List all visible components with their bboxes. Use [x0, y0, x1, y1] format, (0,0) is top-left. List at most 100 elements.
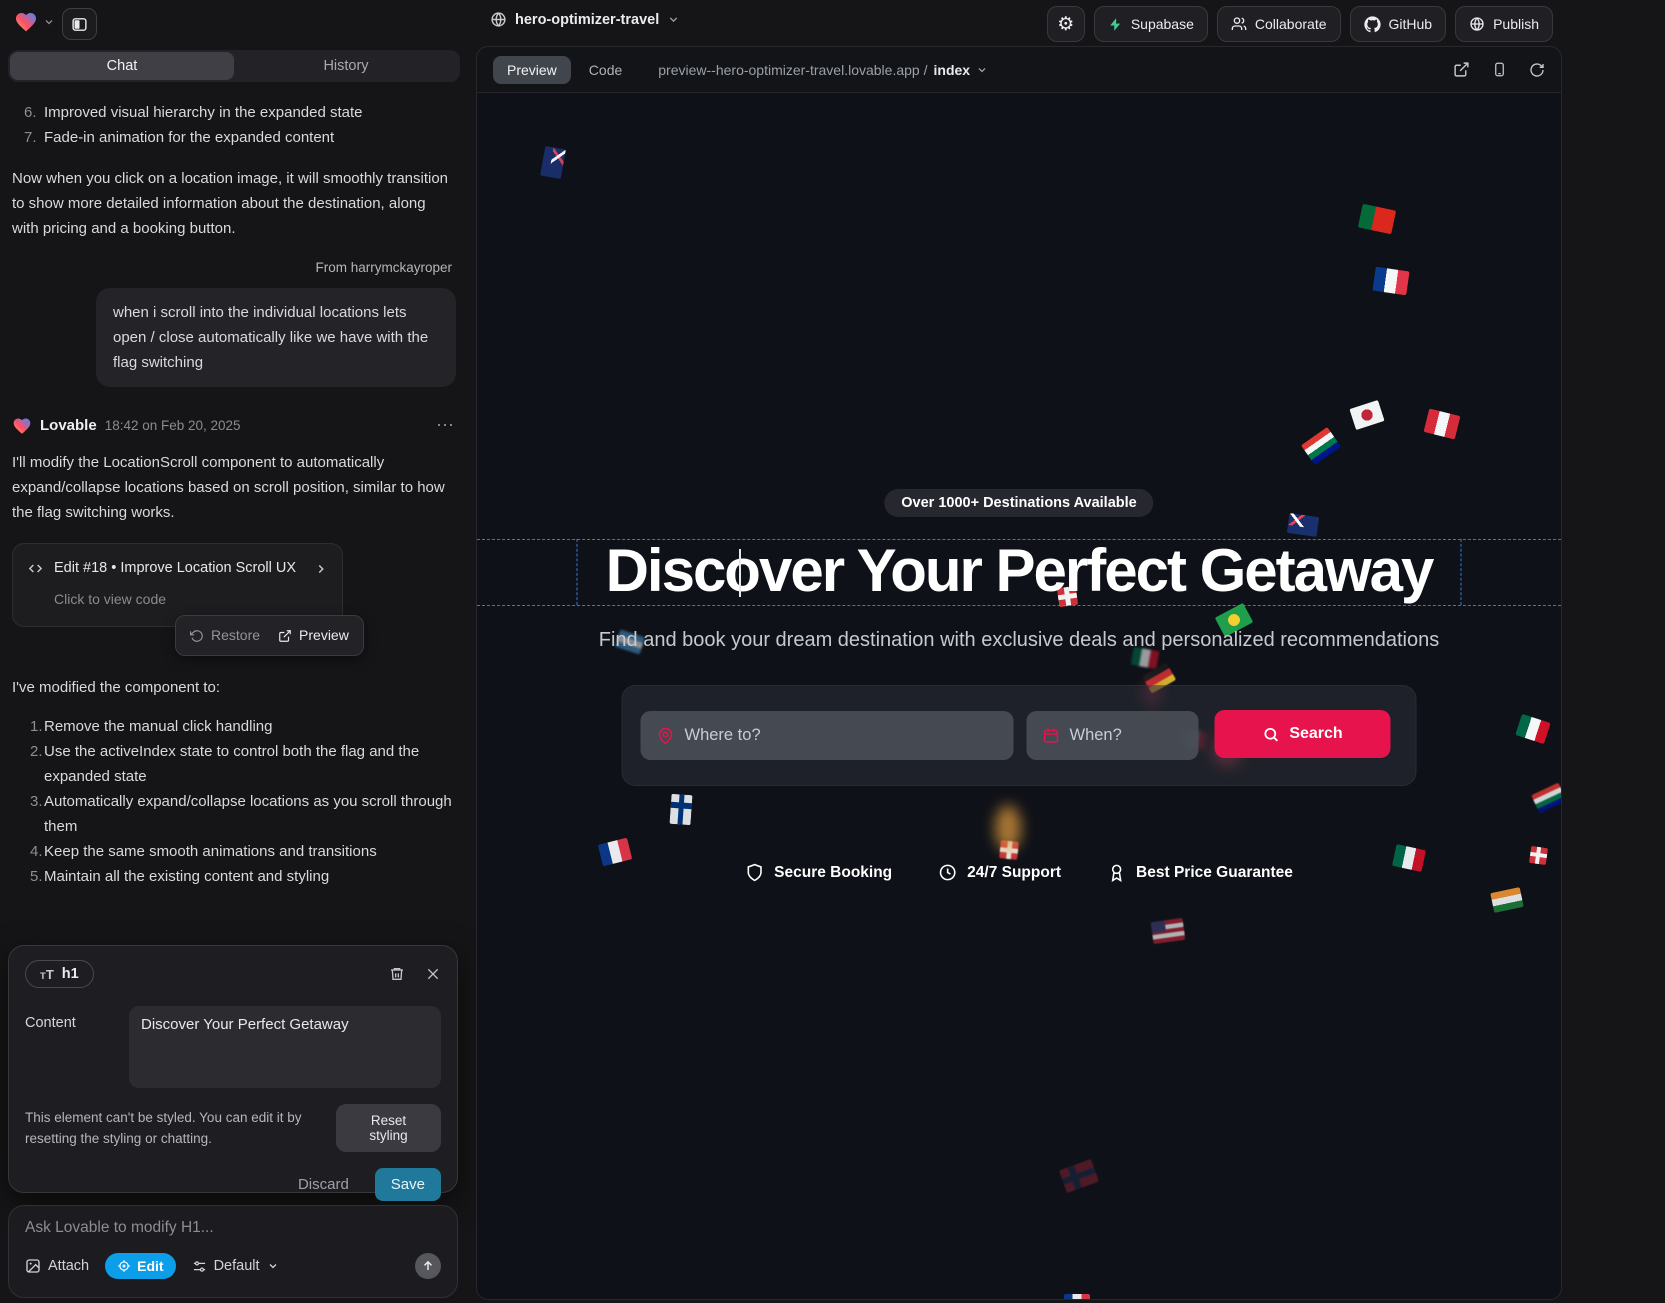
edit-mode-button[interactable]: Edit: [105, 1253, 175, 1279]
collaborate-button[interactable]: Collaborate: [1217, 6, 1341, 42]
message-from-label: From harrymckayroper: [12, 255, 452, 280]
destinations-badge: Over 1000+ Destinations Available: [884, 489, 1153, 517]
flag-finland-icon: [669, 794, 692, 825]
discard-button[interactable]: Discard: [292, 1175, 355, 1194]
hero-title[interactable]: Discover Your Perfect Getaway: [606, 539, 1433, 605]
assistant-list-top: Improved visual hierarchy in the expande…: [12, 100, 456, 150]
hero-subtitle: Find and book your dream destination wit…: [599, 629, 1439, 652]
edit-card-title: Edit #18 • Improve Location Scroll UX: [54, 556, 296, 581]
sliders-icon: [192, 1259, 207, 1274]
flag-india-icon: [1490, 887, 1524, 913]
flag-south-africa-icon: [1301, 427, 1341, 465]
globe-icon: [490, 11, 507, 28]
panel-layout-icon: [71, 16, 88, 33]
chevron-down-icon: [43, 16, 55, 28]
selection-guide-bottom: [477, 605, 1561, 606]
top-bar: hero-optimizer-travel ⚙ Supabase Collabo…: [0, 0, 1665, 46]
feature-secure-booking: Secure Booking: [745, 863, 892, 882]
reset-styling-button[interactable]: Reset styling: [336, 1104, 441, 1152]
message-menu-icon[interactable]: ⋯: [436, 413, 456, 438]
image-icon: [25, 1258, 41, 1274]
supabase-button[interactable]: Supabase: [1094, 6, 1208, 42]
flag-france-2-icon: [598, 838, 632, 867]
flag-france-icon: [1372, 267, 1409, 295]
globe-icon: [1469, 16, 1485, 32]
attach-button[interactable]: Attach: [25, 1258, 89, 1274]
preview-viewport[interactable]: Over 1000+ Destinations Available Discov…: [477, 93, 1561, 1299]
send-button[interactable]: [415, 1253, 441, 1279]
chat-composer: Ask Lovable to modify H1... Attach Edit …: [8, 1205, 458, 1298]
search-button[interactable]: Search: [1215, 710, 1391, 758]
gear-icon: ⚙: [1057, 13, 1074, 36]
save-button[interactable]: Save: [375, 1168, 441, 1201]
assistant-paragraph: I'll modify the LocationScroll component…: [12, 450, 456, 525]
preview-frame: Preview Code preview--hero-optimizer-tra…: [476, 46, 1562, 1300]
user-message-bubble: when i scroll into the individual locati…: [96, 288, 456, 387]
edit-card-actions: Restore Preview: [175, 615, 364, 656]
trash-icon[interactable]: [389, 966, 405, 982]
flag-switzerland-3-icon: [1529, 846, 1548, 865]
tab-history[interactable]: History: [234, 52, 458, 80]
element-tag: h1: [62, 966, 79, 982]
shield-icon: [745, 863, 764, 882]
settings-button[interactable]: ⚙: [1047, 6, 1085, 42]
tab-code[interactable]: Code: [589, 62, 622, 78]
chevron-down-icon: [976, 64, 988, 76]
text-caret: [739, 549, 741, 597]
chevron-down-icon: [267, 1260, 279, 1272]
feature-best-price: Best Price Guarantee: [1107, 863, 1293, 882]
chat-history-tabs: Chat History: [8, 50, 460, 82]
restore-button[interactable]: Restore: [190, 623, 260, 648]
flag-australia-icon: [540, 146, 566, 179]
map-pin-icon: [657, 727, 675, 745]
chevron-down-icon: [667, 13, 680, 26]
list-item: Improved visual hierarchy in the expande…: [12, 100, 456, 125]
toggle-sidebar-button[interactable]: [62, 8, 97, 40]
feature-row: Secure Booking 24/7 Support Best Price G…: [745, 863, 1293, 882]
supabase-bolt-icon: [1108, 17, 1123, 32]
lovable-app: hero-optimizer-travel ⚙ Supabase Collabo…: [0, 0, 1665, 1303]
flag-japan-icon: [1349, 400, 1384, 430]
composer-input[interactable]: Ask Lovable to modify H1...: [25, 1219, 441, 1237]
styling-note: This element can't be styled. You can ed…: [25, 1107, 324, 1149]
assistant-name: Lovable: [40, 413, 97, 438]
github-icon: [1364, 16, 1381, 33]
github-button[interactable]: GitHub: [1350, 6, 1447, 42]
top-actions: ⚙ Supabase Collaborate GitHub Publish: [1047, 6, 1553, 42]
refresh-icon[interactable]: [1529, 62, 1545, 78]
preview-version-button[interactable]: Preview: [278, 623, 349, 648]
preview-url[interactable]: preview--hero-optimizer-travel.lovable.a…: [658, 62, 988, 78]
tab-chat[interactable]: Chat: [10, 52, 234, 80]
when-input[interactable]: When?: [1027, 711, 1199, 760]
list-item: Remove the manual click handling: [12, 714, 456, 739]
glow-blob: [995, 805, 1021, 851]
element-tag-chip[interactable]: TT h1: [25, 960, 94, 988]
edit-card-subtitle: Click to view code: [54, 587, 328, 612]
flag-usa-icon: [1151, 918, 1186, 944]
arrow-up-icon: [421, 1259, 435, 1273]
code-icon: [27, 560, 44, 577]
list-item: Fade-in animation for the expanded conte…: [12, 125, 456, 150]
close-icon[interactable]: [425, 966, 441, 982]
feature-support: 24/7 Support: [938, 863, 1061, 882]
assistant-paragraph: Now when you click on a location image, …: [12, 166, 456, 241]
calendar-icon: [1043, 727, 1060, 744]
element-editor-panel: TT h1 Content Discover Your Perfect Geta…: [8, 945, 458, 1193]
where-to-input[interactable]: Where to?: [641, 711, 1014, 760]
flag-mexico-icon: [1515, 714, 1550, 744]
type-icon: TT: [40, 967, 54, 982]
open-external-icon[interactable]: [1453, 61, 1470, 78]
project-selector[interactable]: hero-optimizer-travel: [490, 11, 680, 28]
mobile-view-icon[interactable]: [1492, 61, 1507, 78]
users-icon: [1231, 16, 1247, 32]
list-item: Use the activeIndex state to control bot…: [12, 739, 456, 789]
content-input[interactable]: Discover Your Perfect Getaway: [129, 1006, 441, 1088]
flag-norway-icon: [1059, 1159, 1099, 1193]
lovable-logo-menu[interactable]: [14, 10, 55, 34]
tab-preview[interactable]: Preview: [493, 56, 571, 84]
flag-mexico-2-icon: [1392, 844, 1426, 872]
content-label: Content: [25, 1006, 115, 1088]
publish-button[interactable]: Publish: [1455, 6, 1553, 42]
flag-south-africa-2-icon: [1531, 783, 1561, 814]
model-default-dropdown[interactable]: Default: [192, 1258, 279, 1274]
